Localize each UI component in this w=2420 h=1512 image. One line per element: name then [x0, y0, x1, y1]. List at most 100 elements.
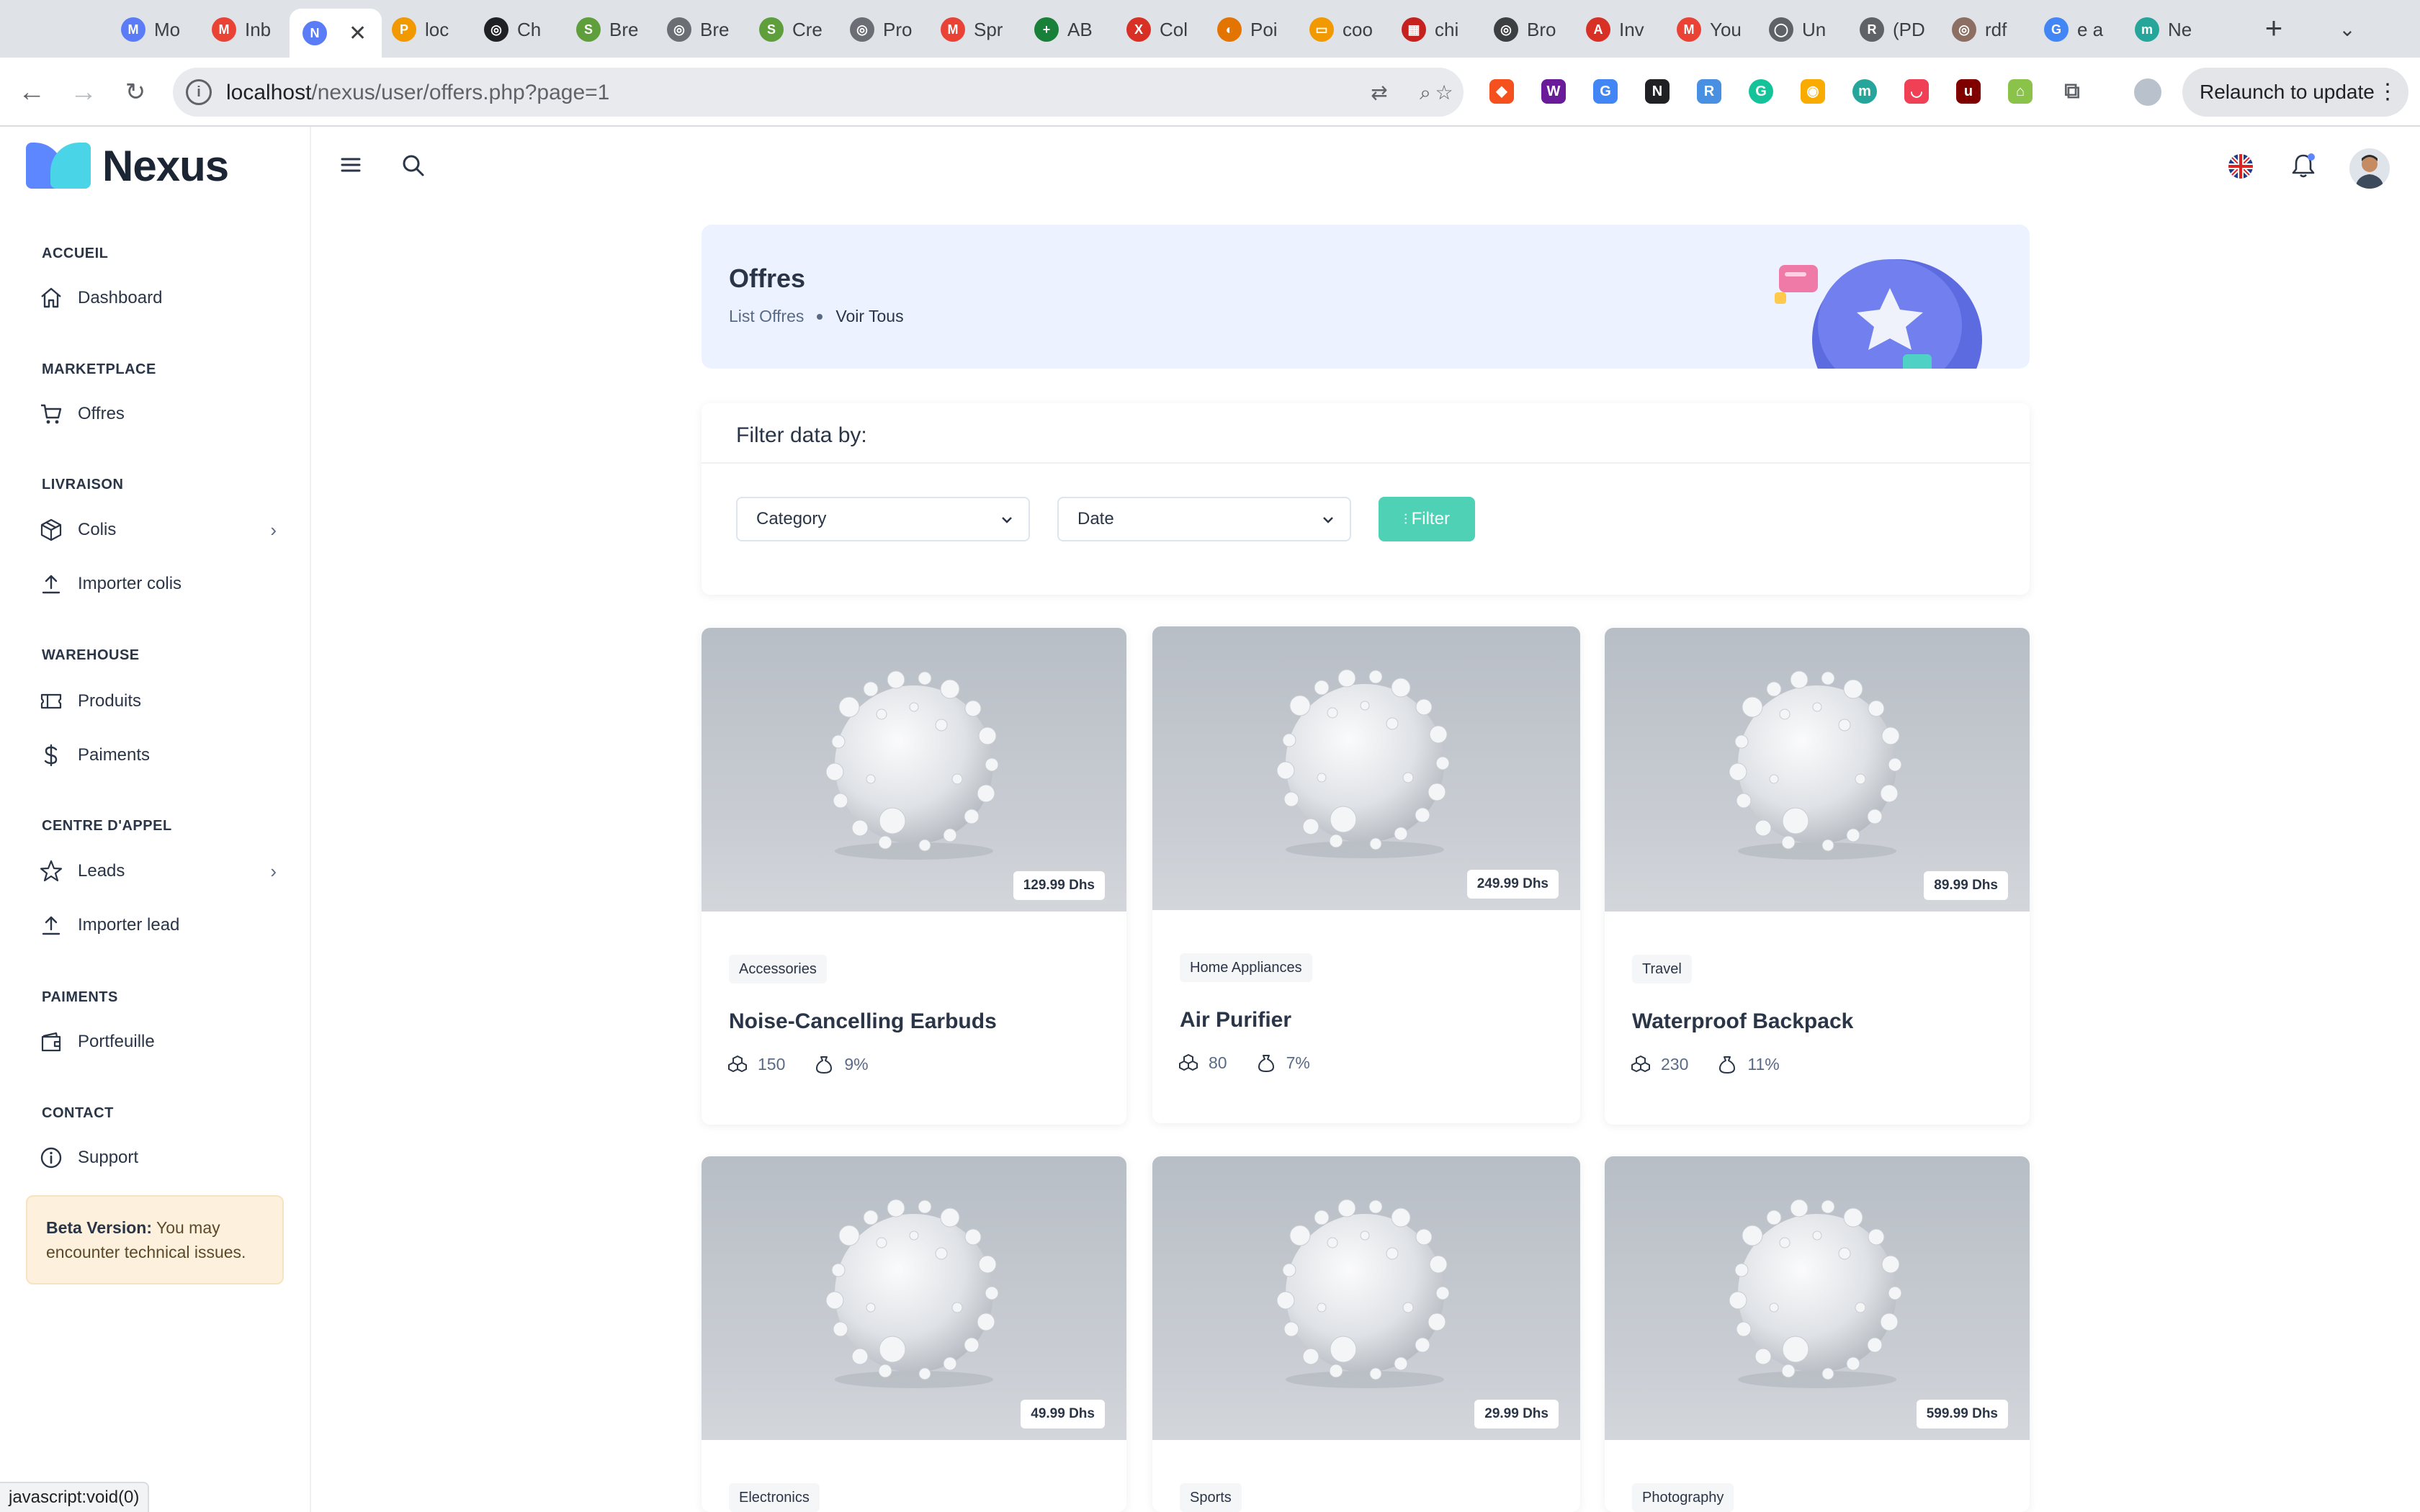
tab-search-chevron-icon[interactable]: ⌄: [2331, 13, 2364, 46]
offer-card[interactable]: 599.99 Dhs Photography: [1605, 1156, 2030, 1512]
tab-title: (PD: [1893, 18, 1924, 40]
extension-r-icon[interactable]: R: [1697, 79, 1721, 104]
stock-value: 80: [1209, 1053, 1227, 1072]
browser-tab[interactable]: Ploc: [379, 10, 460, 49]
wallet-icon: [41, 1032, 61, 1052]
sidebar-item-produits[interactable]: Produits: [39, 683, 277, 720]
extension-cart-icon[interactable]: ⌂: [2008, 79, 2033, 104]
offer-image[interactable]: 129.99 Dhs: [702, 628, 1126, 912]
address-bar[interactable]: i localhost/nexus/user/offers.php?page=1…: [173, 68, 1464, 117]
extension-pocket-icon[interactable]: ◡: [1904, 79, 1929, 104]
offer-title[interactable]: Waterproof Backpack: [1632, 1009, 1853, 1034]
browser-tab[interactable]: S Bre: [563, 10, 644, 49]
translate-icon[interactable]: ⇄: [1367, 81, 1392, 105]
extension-notion-icon[interactable]: N: [1645, 79, 1670, 104]
sidebar-item-dashboard[interactable]: Dashboard: [39, 279, 277, 317]
breadcrumb-parent[interactable]: List Offres: [729, 307, 804, 326]
sidebar-item-support[interactable]: Support: [39, 1139, 277, 1176]
logo[interactable]: Nexus: [26, 140, 229, 192]
sidebar-item-importer-colis[interactable]: Importer colis: [39, 565, 277, 603]
boxes-icon: [1631, 1056, 1650, 1072]
browser-tab[interactable]: + AB: [1021, 10, 1102, 49]
category-select[interactable]: Category: [736, 497, 1030, 541]
extensions-puzzle-icon[interactable]: ⧉: [2060, 79, 2084, 104]
browser-tab[interactable]: M You: [1664, 10, 1744, 49]
new-tab-button[interactable]: +: [2257, 13, 2290, 46]
offer-image[interactable]: 599.99 Dhs: [1605, 1156, 2030, 1440]
browser-tab[interactable]: ◎ Ch: [471, 10, 552, 49]
reload-icon[interactable]: ↻: [117, 73, 154, 111]
product-placeholder-image: [825, 1199, 999, 1388]
extension-translate-icon[interactable]: G: [1593, 79, 1618, 104]
back-arrow-icon[interactable]: ←: [13, 73, 50, 111]
tab-favicon-icon: M: [941, 17, 965, 42]
extension-m-icon[interactable]: m: [1852, 79, 1877, 104]
tab-title: coo: [1343, 18, 1373, 40]
tab-favicon-icon: +: [1034, 17, 1059, 42]
uk-flag-icon[interactable]: [2228, 154, 2253, 179]
sidebar-item-importer-lead[interactable]: Importer lead: [39, 906, 277, 944]
tab-favicon-icon: ▭: [1309, 17, 1334, 42]
offer-image[interactable]: 29.99 Dhs: [1152, 1156, 1580, 1440]
relaunch-button[interactable]: Relaunch to update ⋮: [2182, 68, 2408, 117]
stock-value: 150: [758, 1054, 786, 1074]
sidebar-item-portfeuille[interactable]: Portfeuille: [39, 1023, 277, 1061]
sidebar-section-title: PAIMENTS: [42, 989, 118, 1005]
tab-title: Un: [1802, 18, 1827, 40]
hamburger-menu-icon[interactable]: [339, 153, 363, 177]
browser-tab[interactable]: ▦ chi: [1389, 10, 1469, 49]
sidebar-item-offres[interactable]: Offres: [39, 395, 277, 433]
notification-bell-icon[interactable]: [2289, 151, 2318, 180]
tab-favicon-icon: ◎: [1952, 17, 1976, 42]
browser-tab[interactable]: S Cre: [746, 10, 827, 49]
extension-fire-icon[interactable]: ◆: [1489, 79, 1514, 104]
sidebar-item-paiments[interactable]: Paiments: [39, 737, 277, 774]
sidebar-item-colis[interactable]: Colis ›: [39, 511, 277, 549]
browser-tab[interactable]: ◎ Bre: [654, 10, 735, 49]
offer-image[interactable]: 89.99 Dhs: [1605, 628, 2030, 912]
extension-w-icon[interactable]: W: [1541, 79, 1566, 104]
site-info-icon[interactable]: i: [186, 79, 212, 105]
filter-button[interactable]: ⫶ Filter: [1379, 497, 1475, 541]
offer-card[interactable]: 29.99 Dhs Sports: [1152, 1156, 1580, 1512]
sidebar-item-label: Produits: [78, 691, 142, 711]
offer-image[interactable]: 249.99 Dhs: [1152, 626, 1580, 910]
url-text[interactable]: localhost/nexus/user/offers.php?page=1: [226, 81, 609, 105]
forward-arrow-icon[interactable]: →: [65, 73, 102, 111]
extension-yellow-icon[interactable]: ◉: [1801, 79, 1825, 104]
browser-tab[interactable]: R (PD: [1847, 10, 1927, 49]
browser-tab[interactable]: ◯ Un: [1756, 10, 1837, 49]
offer-card[interactable]: 249.99 Dhs Home Appliances Air Purifier 80 7…: [1152, 626, 1580, 1123]
user-avatar[interactable]: [2349, 148, 2390, 189]
date-select[interactable]: Date: [1057, 497, 1351, 541]
offer-title[interactable]: Air Purifier: [1180, 1008, 1291, 1032]
browser-tab[interactable]: ◎ rdf: [1939, 10, 2020, 49]
search-icon[interactable]: [400, 153, 426, 179]
browser-tab[interactable]: A Inv: [1573, 10, 1654, 49]
browser-tab[interactable]: M Inb: [199, 10, 279, 49]
extension-ublock-icon[interactable]: u: [1956, 79, 1981, 104]
browser-tab[interactable]: m Ne: [2122, 10, 2202, 49]
offer-card[interactable]: 129.99 Dhs Accessories Noise-Cancelling Ea…: [702, 628, 1126, 1125]
browser-tab[interactable]: ◐ Poi: [1204, 10, 1285, 49]
extension-grammarly-icon[interactable]: G: [1749, 79, 1773, 104]
sidebar-item-leads[interactable]: Leads ›: [39, 852, 277, 890]
browser-tab[interactable]: X Col: [1113, 10, 1194, 49]
offer-card[interactable]: 89.99 Dhs Travel Waterproof Backpack 230 11%: [1605, 628, 2030, 1125]
browser-tab[interactable]: ◎ Bro: [1481, 10, 1561, 49]
bookmark-star-icon[interactable]: ☆: [1432, 81, 1456, 105]
browser-tab[interactable]: M Spr: [928, 10, 1008, 49]
browser-tab[interactable]: Ge a: [2031, 10, 2112, 49]
browser-profile-avatar[interactable]: [2132, 76, 2164, 108]
tab-favicon-icon: P: [392, 17, 416, 42]
offer-title[interactable]: Noise-Cancelling Earbuds: [729, 1009, 997, 1034]
tab-title: Cre: [792, 18, 823, 40]
offer-image[interactable]: 49.99 Dhs: [702, 1156, 1126, 1440]
close-tab-icon[interactable]: ✕: [349, 21, 367, 46]
offer-card[interactable]: 49.99 Dhs Electronics: [702, 1156, 1126, 1512]
browser-tab[interactable]: N ✕: [290, 9, 382, 58]
browser-tab[interactable]: ◎ Pro: [837, 10, 918, 49]
browser-tab[interactable]: M Mo: [108, 10, 189, 49]
more-vert-icon[interactable]: ⋮: [2377, 68, 2398, 117]
browser-tab[interactable]: ▭ coo: [1296, 10, 1377, 49]
